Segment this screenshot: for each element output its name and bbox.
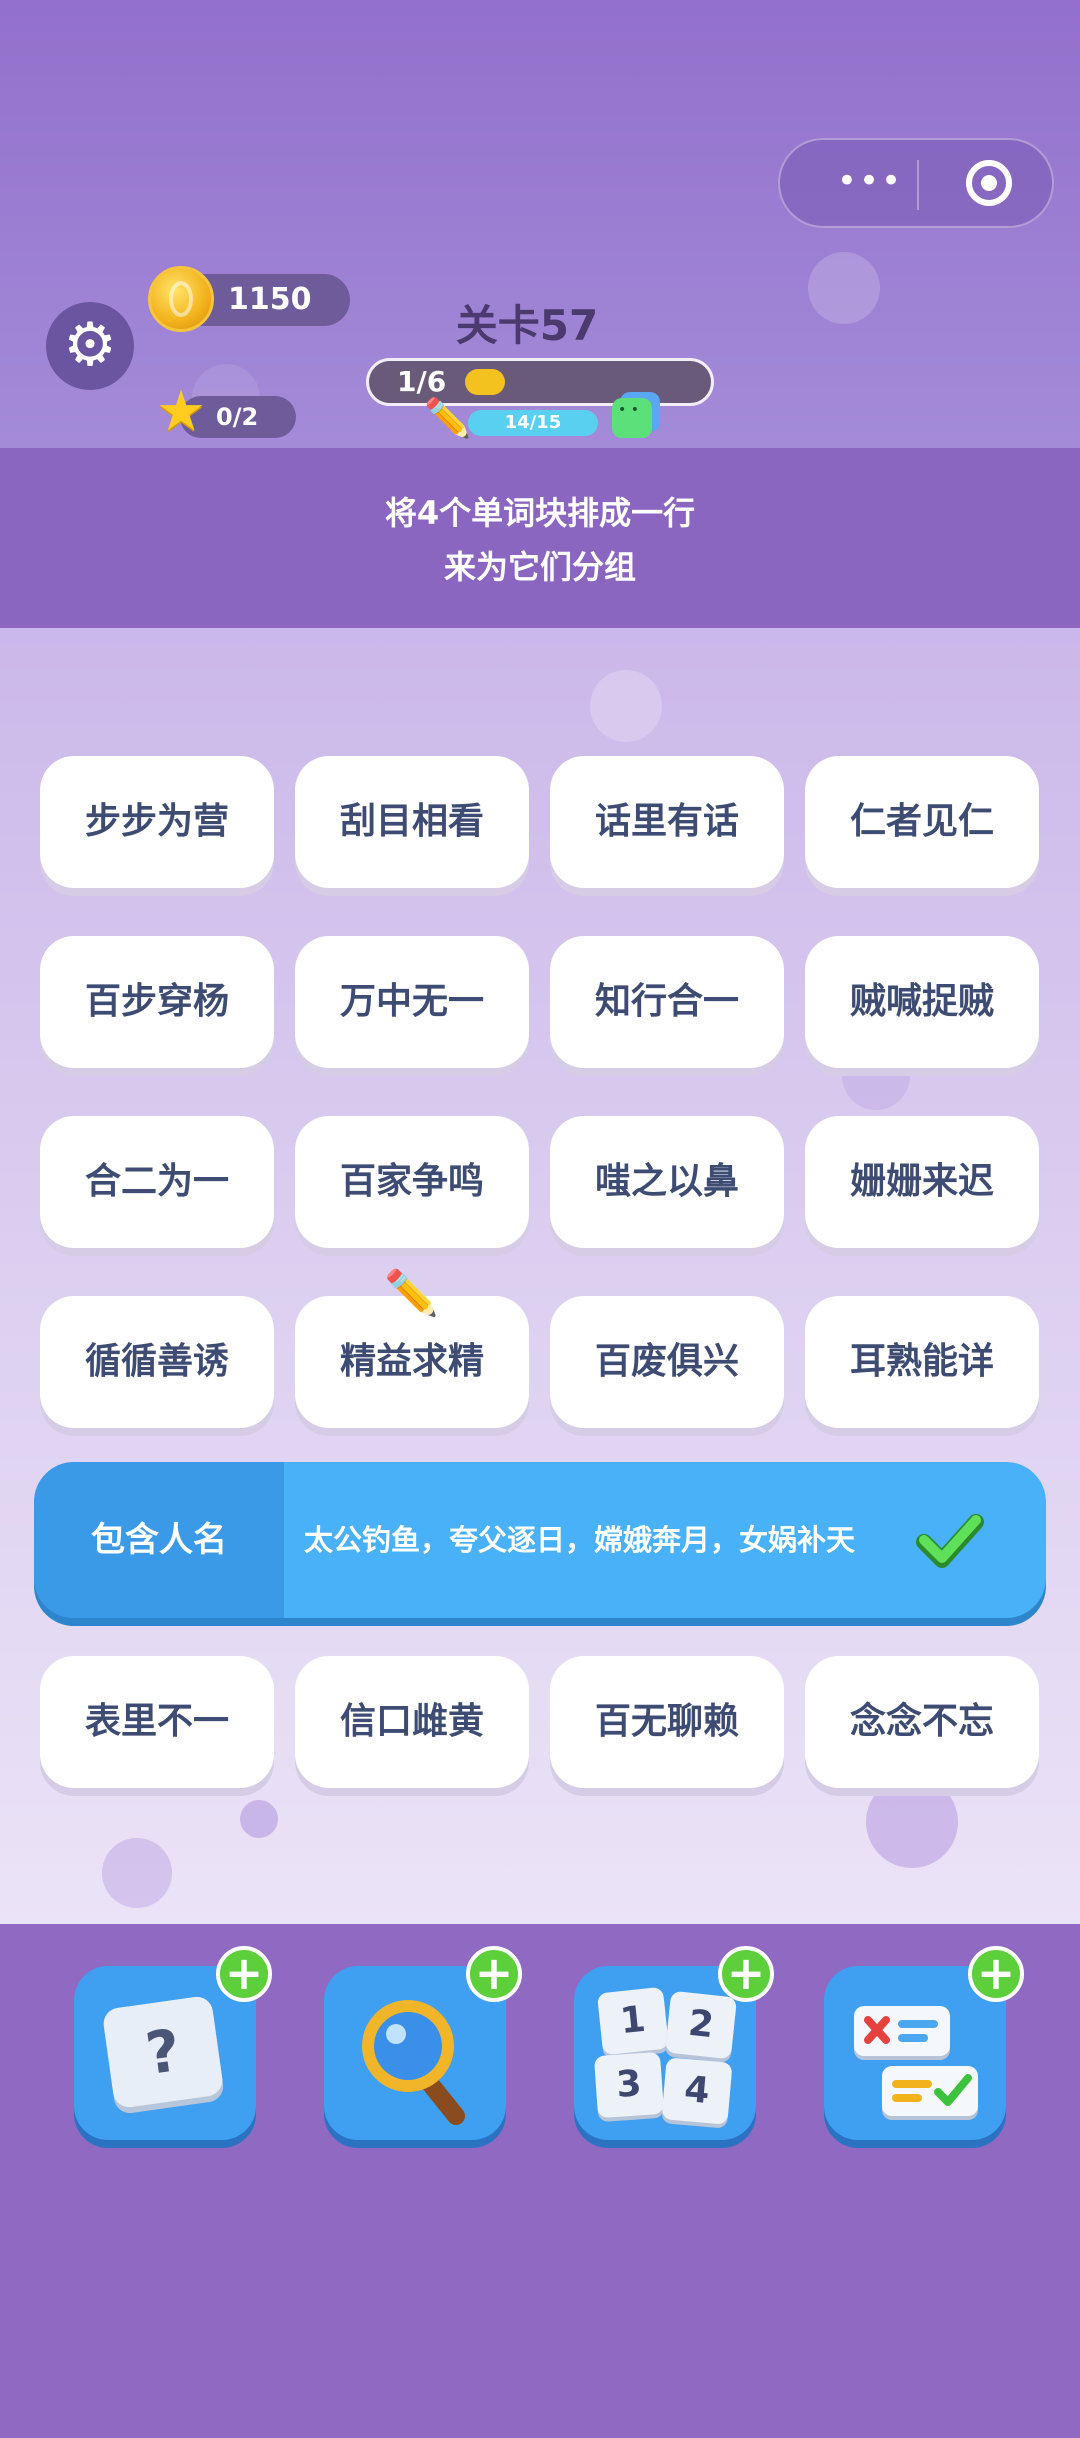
sub-progress-text: 14/15 bbox=[504, 412, 562, 433]
word-tile[interactable]: 百家争鸣 bbox=[295, 1116, 529, 1248]
decor-bubble bbox=[240, 1800, 278, 1838]
word-tile[interactable]: 表里不一 bbox=[40, 1656, 274, 1788]
progress-fill bbox=[465, 369, 505, 395]
solved-group-bar: 包含人名 太公钓鱼，夸父逐日，嫦娥奔月，女娲补天 bbox=[34, 1462, 1046, 1618]
pencil-marker-icon: ✏️ bbox=[384, 1268, 439, 1319]
decor-bubble bbox=[590, 670, 662, 742]
star-count: 0/2 bbox=[216, 403, 259, 431]
number-card: 1 bbox=[596, 1986, 670, 2056]
word-tile[interactable]: 步步为营 bbox=[40, 756, 274, 888]
solved-words: 太公钓鱼，夸父逐日，嫦娥奔月，女娲补天 bbox=[304, 1523, 856, 1557]
level-title: 关卡57 bbox=[455, 301, 599, 350]
add-check-button[interactable]: + bbox=[968, 1946, 1024, 2002]
sub-progress-bar: 14/15 bbox=[468, 410, 598, 436]
word-tile[interactable]: 万中无一 bbox=[295, 936, 529, 1068]
number-card: 3 bbox=[593, 2051, 665, 2119]
word-tile[interactable]: 耳熟能详 bbox=[805, 1296, 1039, 1428]
gear-icon: ⚙ bbox=[63, 310, 117, 380]
decor-bubble bbox=[866, 1776, 958, 1868]
number-card: 4 bbox=[661, 2057, 733, 2125]
instruction-banner: 将4个单词块排成一行 来为它们分组 bbox=[0, 448, 1080, 628]
character-icon bbox=[612, 398, 652, 438]
checkmark-icon bbox=[916, 1514, 984, 1568]
coin-count: 1150 bbox=[228, 282, 312, 317]
add-shuffle-button[interactable]: + bbox=[718, 1946, 774, 2002]
word-tile[interactable]: 贼喊捉贼 bbox=[805, 936, 1039, 1068]
word-tile[interactable]: 知行合一 bbox=[550, 936, 784, 1068]
word-tile[interactable]: 百无聊赖 bbox=[550, 1656, 784, 1788]
close-target-button[interactable] bbox=[966, 160, 1012, 206]
coin-icon bbox=[148, 266, 214, 332]
word-tile[interactable]: 百步穿杨 bbox=[40, 936, 274, 1068]
more-menu-button[interactable]: ••• bbox=[820, 164, 920, 204]
wrong-card bbox=[854, 2006, 950, 2056]
word-tile[interactable]: 念念不忘 bbox=[805, 1656, 1039, 1788]
add-search-button[interactable]: + bbox=[466, 1946, 522, 2002]
decor-bubble bbox=[102, 1838, 172, 1908]
word-tile[interactable]: 循循善诱 bbox=[40, 1296, 274, 1428]
solved-category: 包含人名 bbox=[34, 1462, 284, 1618]
add-hint-button[interactable]: + bbox=[216, 1946, 272, 2002]
word-tile[interactable]: 刮目相看 bbox=[295, 756, 529, 888]
word-tile[interactable]: 姗姗来迟 bbox=[805, 1116, 1039, 1248]
word-tile[interactable]: 仁者见仁 bbox=[805, 756, 1039, 888]
star-icon: ★ bbox=[156, 379, 207, 444]
word-tile[interactable]: 信口雌黄 bbox=[295, 1656, 529, 1788]
decor-bubble bbox=[808, 252, 880, 324]
capsule-divider bbox=[917, 160, 919, 210]
word-tile[interactable]: 嗤之以鼻 bbox=[550, 1116, 784, 1248]
instruction-line-2: 来为它们分组 bbox=[443, 548, 636, 586]
mini-program-capsule: ••• bbox=[778, 138, 1054, 228]
check-icon bbox=[892, 2074, 972, 2106]
cross-icon bbox=[864, 2016, 938, 2044]
level-progress-bar: 1/6 bbox=[366, 358, 714, 406]
number-card: 2 bbox=[664, 1990, 738, 2060]
word-tile[interactable]: 百废俱兴 bbox=[550, 1296, 784, 1428]
settings-button[interactable]: ⚙ bbox=[46, 302, 134, 390]
word-tile[interactable]: 合二为一 bbox=[40, 1116, 274, 1248]
pencil-icon: ✏️ bbox=[424, 396, 472, 440]
right-card bbox=[882, 2066, 978, 2116]
word-tile[interactable]: 话里有话 bbox=[550, 756, 784, 888]
question-card-icon: ? bbox=[101, 1994, 225, 2110]
instruction-line-1: 将4个单词块排成一行 bbox=[384, 494, 696, 532]
